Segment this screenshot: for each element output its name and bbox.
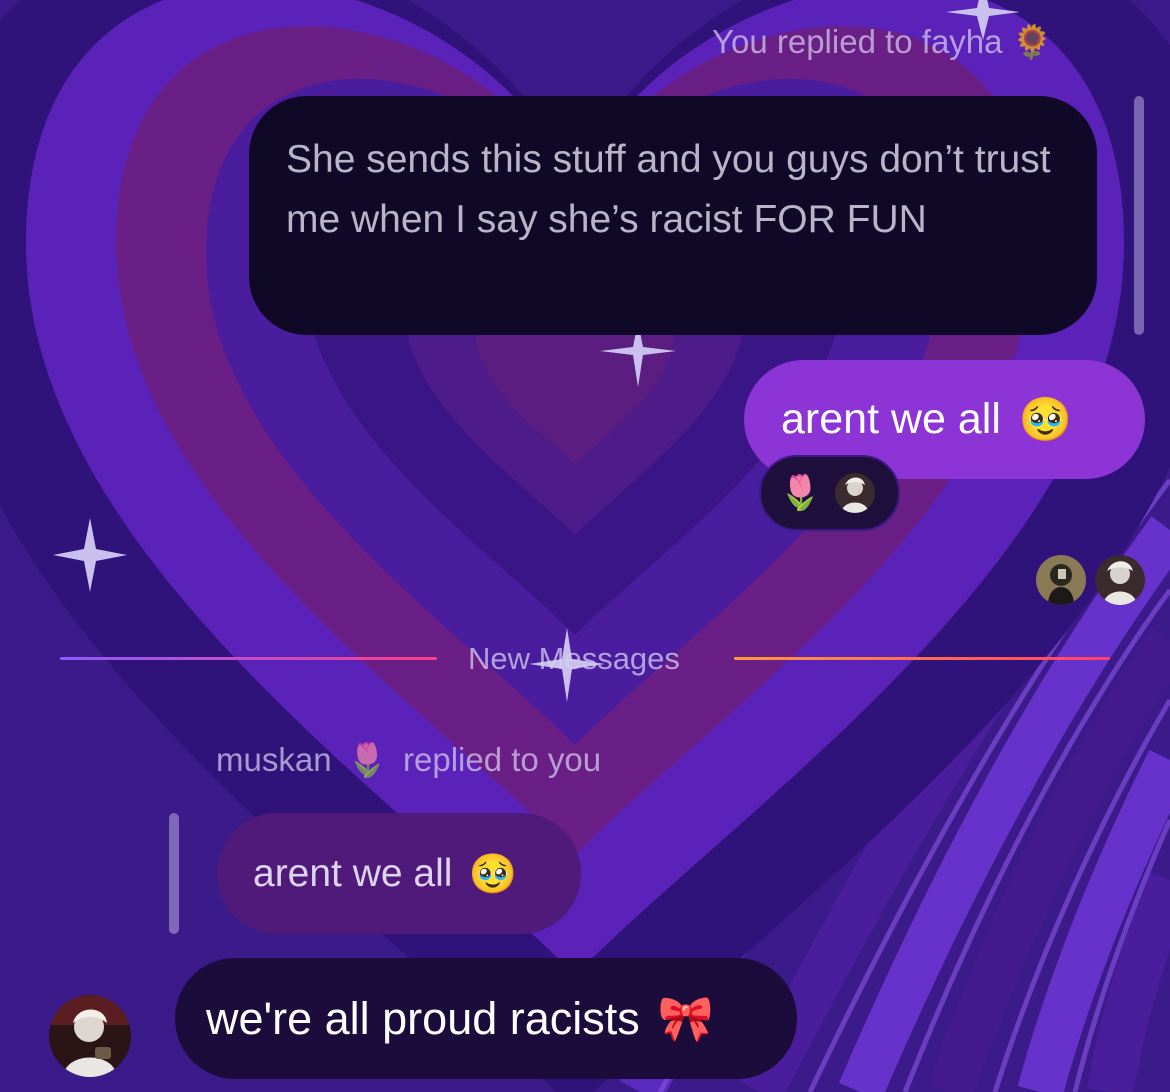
reply-context-label: You replied to fayha 🌻 — [712, 22, 1053, 62]
received-message-bubble[interactable]: we're all proud racists 🎀 — [175, 958, 797, 1079]
quoted-message-bubble[interactable]: She sends this stuff and you guys don’t … — [249, 96, 1097, 335]
reply-context-suffix: replied to you — [403, 741, 602, 778]
reaction-pill[interactable]: 🌷 — [759, 455, 900, 531]
new-messages-label: New Messages — [468, 641, 680, 676]
ribbon-emoji: 🎀 — [657, 992, 714, 1045]
sent-message-text: arent we all — [781, 395, 1001, 443]
quoted-message-text: She sends this stuff and you guys don’t … — [286, 138, 1051, 241]
tulip-emoji: 🌷 — [346, 740, 388, 779]
received-message-text: we're all proud racists — [206, 992, 640, 1044]
sunflower-emoji: 🌻 — [1011, 22, 1053, 61]
tulip-reaction-emoji: 🌷 — [779, 473, 822, 513]
quote-indicator-bar — [1134, 96, 1144, 335]
sender-avatar[interactable] — [49, 995, 131, 1077]
quoted-message-bubble[interactable]: arent we all 🥹 — [217, 813, 581, 934]
quoted-message-text: arent we all — [253, 851, 453, 895]
quote-indicator-bar — [169, 813, 179, 934]
reply-context-text: You replied to fayha — [712, 23, 1003, 60]
pleading-face-emoji: 🥹 — [468, 851, 517, 897]
seen-by-avatar[interactable] — [1036, 555, 1086, 605]
pleading-face-emoji: 🥹 — [1018, 394, 1073, 445]
seen-by-avatar[interactable] — [1095, 555, 1145, 605]
sender-name: muskan — [216, 741, 332, 778]
reactor-avatar — [835, 473, 876, 513]
divider-line-left — [60, 657, 437, 660]
divider-line-right — [734, 657, 1110, 660]
incoming-reply-context: muskan 🌷 replied to you — [216, 740, 601, 780]
